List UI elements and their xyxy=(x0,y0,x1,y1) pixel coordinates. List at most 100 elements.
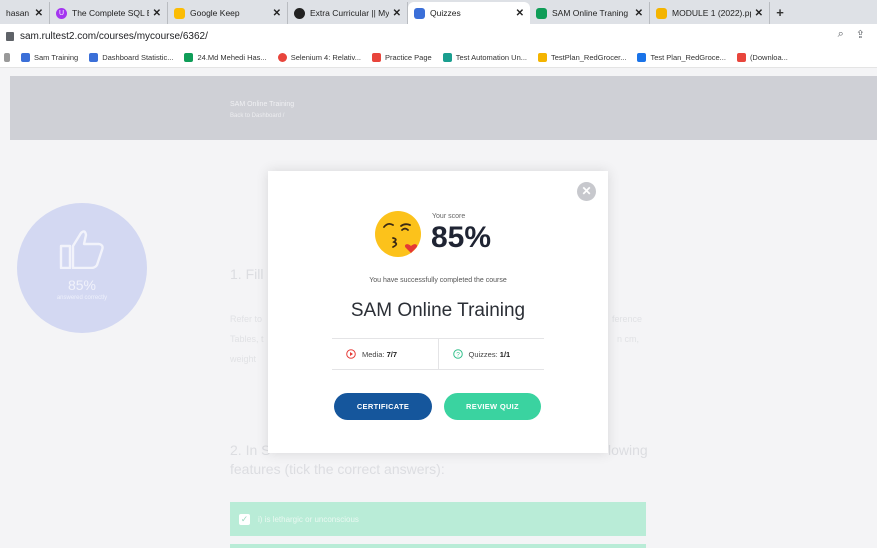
sheets-icon xyxy=(184,53,194,62)
browser-tab-active[interactable]: Quizzes ✕ xyxy=(408,2,530,24)
bookmark-item[interactable]: Selenium 4: Relativ... xyxy=(277,53,361,62)
question-circle-icon: ? xyxy=(452,349,463,359)
bookmark-icon xyxy=(736,53,746,62)
answer-option[interactable] xyxy=(230,544,646,548)
bookmark-item[interactable]: Practice Page xyxy=(372,53,432,62)
question-1-text: Tables, t xyxy=(230,334,264,344)
answer-text: i) is lethargic or unconscious xyxy=(258,515,359,524)
browser-tab[interactable]: Extra Curricular || My ✕ xyxy=(288,2,408,24)
quizzes-label: Quizzes: xyxy=(468,349,498,359)
browser-tab[interactable]: MODULE 1 (2022).ppt ✕ xyxy=(650,2,770,24)
bookmark-icon xyxy=(89,53,99,62)
play-icon xyxy=(346,349,356,359)
close-tab-icon[interactable]: ✕ xyxy=(35,8,43,19)
checkbox-checked-icon[interactable]: ✓ xyxy=(239,514,250,525)
browser-tab[interactable]: Google Keep ✕ xyxy=(168,2,288,24)
close-modal-button[interactable]: ✕ xyxy=(577,182,596,201)
keep-favicon-icon xyxy=(174,7,185,19)
question-2-title: 2. In S xyxy=(230,442,271,458)
bookmark-item[interactable] xyxy=(4,53,10,62)
bookmark-label: Test Plan_RedGroce... xyxy=(650,53,726,62)
bookmark-label: Dashboard Statistic... xyxy=(102,53,174,62)
certificate-button[interactable]: CERTIFICATE xyxy=(334,393,432,420)
course-title: SAM Online Training xyxy=(350,300,526,321)
bookmark-label: Sam Training xyxy=(34,53,79,62)
bookmark-item[interactable]: Test Automation Un... xyxy=(442,53,527,62)
new-tab-button[interactable]: + xyxy=(770,5,790,20)
bookmark-item[interactable]: Test Plan_RedGroce... xyxy=(637,53,726,62)
drive-favicon-icon xyxy=(536,7,547,19)
browser-tab-strip: hasan ✕ U The Complete SQL Bo ✕ Google K… xyxy=(0,0,877,24)
course-name: SAM Online Training xyxy=(230,101,295,108)
progress-label: answered correctly xyxy=(56,295,108,301)
bookmark-label: Test Automation Un... xyxy=(455,53,527,62)
bookmark-icon xyxy=(21,53,30,62)
browser-tab[interactable]: SAM Online Traning ✕ xyxy=(530,2,650,24)
tab-title: Google Keep xyxy=(190,8,240,18)
question-2-title: lowing xyxy=(608,442,648,458)
drive-icon xyxy=(538,53,547,62)
bookmark-icon xyxy=(277,53,287,62)
completion-stats: Media: 7/7 ? Quizzes: 1/1 xyxy=(332,338,544,370)
bookmark-icon xyxy=(442,53,452,62)
progress-percent: 85% xyxy=(67,277,97,293)
question-1-title: 1. Fill i xyxy=(230,266,271,282)
completion-message: You have successfully completed the cour… xyxy=(369,277,507,284)
url-text[interactable]: sam.rultest2.com/courses/mycourse/6362/ xyxy=(20,31,208,42)
media-label: Media: xyxy=(362,349,385,359)
bookmark-item[interactable]: TestPlan_RedGrocer... xyxy=(538,53,626,62)
slides-favicon-icon xyxy=(656,7,667,19)
question-1-text: n cm, xyxy=(617,334,640,344)
tab-title: hasan xyxy=(6,8,30,18)
kissing-face-emoji-icon xyxy=(375,211,421,257)
address-bar[interactable]: sam.rultest2.com/courses/mycourse/6362/ … xyxy=(0,24,877,48)
bookmark-item[interactable]: Sam Training xyxy=(21,53,78,62)
tab-title: The Complete SQL Bo xyxy=(72,8,149,18)
quizzes-favicon-icon xyxy=(414,7,425,19)
bookmark-label: Selenium 4: Relativ... xyxy=(290,53,361,62)
score-circle: 85% answered correctly xyxy=(17,203,147,333)
bookmark-item[interactable]: Dashboard Statistic... xyxy=(89,53,173,62)
question-1-text: Refer to xyxy=(230,314,263,324)
zoom-icon[interactable]: ⌕ xyxy=(838,28,844,41)
bookmark-label: TestPlan_RedGrocer... xyxy=(551,53,627,62)
tab-title: SAM Online Traning xyxy=(552,8,629,18)
media-stat: Media: 7/7 xyxy=(332,339,438,369)
extra-curricular-favicon-icon xyxy=(294,7,305,19)
bookmarks-bar: Sam Training Dashboard Statistic... 24.M… xyxy=(0,48,877,68)
review-quiz-button[interactable]: REVIEW QUIZ xyxy=(444,393,541,420)
close-tab-icon[interactable]: ✕ xyxy=(755,8,763,19)
question-1-text: ference xyxy=(612,314,643,324)
tab-title: Extra Curricular || My xyxy=(310,8,389,18)
udemy-favicon-icon: U xyxy=(56,7,67,19)
bookmark-item[interactable]: 24.Md Mehedi Has... xyxy=(184,53,267,62)
close-tab-icon[interactable]: ✕ xyxy=(393,8,401,19)
score-value: 85% xyxy=(431,221,492,254)
docs-icon xyxy=(637,53,647,62)
bookmark-item[interactable]: (Downloa... xyxy=(736,53,788,62)
course-header: SAM Online Training Back to Dashboard / xyxy=(10,76,877,140)
quizzes-stat: ? Quizzes: 1/1 xyxy=(437,339,545,369)
tab-title: MODULE 1 (2022).ppt xyxy=(672,8,751,18)
browser-tab[interactable]: U The Complete SQL Bo ✕ xyxy=(50,2,168,24)
bookmark-label: 24.Md Mehedi Has... xyxy=(197,53,267,62)
browser-tab[interactable]: hasan ✕ xyxy=(0,2,50,24)
answer-option-selected[interactable]: ✓ i) is lethargic or unconscious xyxy=(230,502,646,536)
bookmark-icon xyxy=(4,53,10,62)
thumbs-up-icon xyxy=(59,230,104,269)
bookmark-icon xyxy=(372,53,381,62)
breadcrumb[interactable]: Back to Dashboard / xyxy=(230,113,284,119)
bookmark-label: Practice Page xyxy=(385,53,432,62)
svg-text:?: ? xyxy=(456,351,460,358)
close-tab-icon[interactable]: ✕ xyxy=(153,8,161,19)
share-icon[interactable]: ⇪ xyxy=(856,28,865,41)
question-2-title: features (tick the correct answers): xyxy=(230,461,445,477)
quizzes-value: 1/1 xyxy=(499,349,511,359)
info-icon[interactable] xyxy=(6,31,14,41)
bookmark-label: (Downloa... xyxy=(749,53,788,62)
close-tab-icon[interactable]: ✕ xyxy=(273,8,281,19)
close-tab-icon[interactable]: ✕ xyxy=(635,8,643,19)
close-tab-icon[interactable]: ✕ xyxy=(516,8,524,19)
tab-title: Quizzes xyxy=(430,8,461,18)
media-value: 7/7 xyxy=(386,349,398,359)
